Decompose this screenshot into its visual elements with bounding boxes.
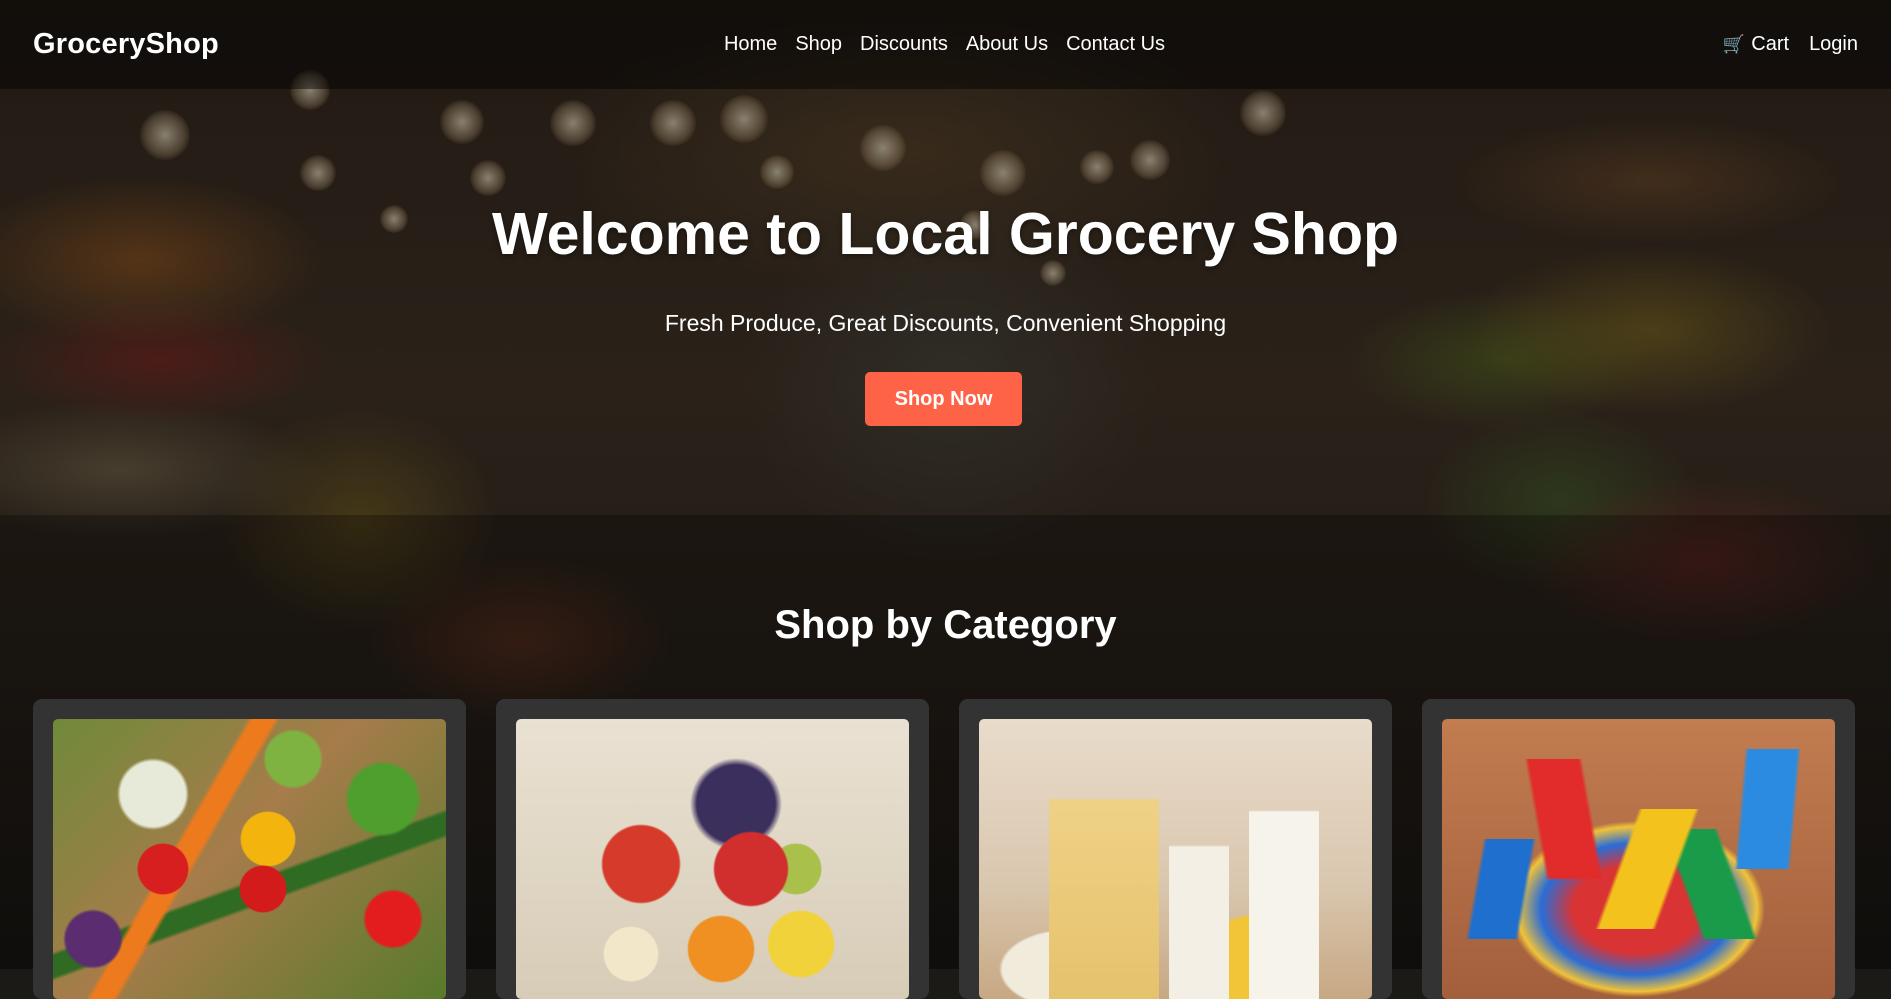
nav-contact-us[interactable]: Contact Us — [1066, 33, 1165, 56]
login-link[interactable]: Login — [1809, 33, 1858, 56]
hero-title: Welcome to Local Grocery Shop — [491, 201, 1400, 267]
cart-link[interactable]: 🛒 Cart — [1723, 33, 1789, 56]
site-logo[interactable]: GroceryShop — [33, 28, 219, 61]
hero-subtitle: Fresh Produce, Great Discounts, Convenie… — [664, 310, 1227, 336]
fruits-image — [516, 719, 909, 999]
dairy-image — [979, 719, 1372, 999]
nav-about-us[interactable]: About Us — [966, 33, 1048, 56]
nav-shop[interactable]: Shop — [795, 33, 842, 56]
cart-label: Cart — [1751, 33, 1790, 55]
snacks-image — [1442, 719, 1835, 999]
site-header: GroceryShop Home Shop Discounts About Us… — [0, 0, 1891, 89]
nav-discounts[interactable]: Discounts — [860, 33, 948, 56]
category-card-snacks[interactable] — [1422, 699, 1855, 999]
category-card-vegetables[interactable] — [33, 699, 466, 999]
section-title: Shop by Category — [774, 603, 1117, 647]
category-cards — [33, 699, 1855, 999]
main-nav: Home Shop Discounts About Us Contact Us — [0, 0, 1891, 89]
nav-home[interactable]: Home — [724, 33, 777, 56]
shopping-cart-icon: 🛒 — [1722, 34, 1746, 54]
category-card-fruits[interactable] — [496, 699, 929, 999]
header-actions: 🛒 Cart Login — [1723, 33, 1858, 56]
vegetables-image — [53, 719, 446, 999]
shop-now-button[interactable]: Shop Now — [865, 372, 1022, 426]
category-card-dairy[interactable] — [959, 699, 1392, 999]
